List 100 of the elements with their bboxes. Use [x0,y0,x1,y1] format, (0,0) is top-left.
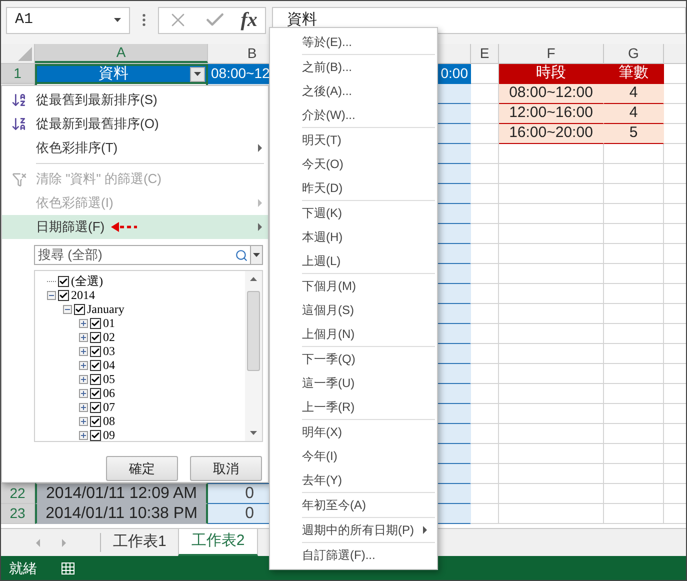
menu-item[interactable]: 去年(Y) [302,468,435,492]
checkbox[interactable] [90,346,101,356]
tree-item-label[interactable]: (全選) [71,274,103,288]
checkbox[interactable] [90,332,101,342]
menu-item[interactable]: 這一季(U) [302,371,435,395]
expand-icon[interactable] [79,374,88,384]
tree-item-label[interactable]: 09 [103,428,115,441]
menu-item[interactable]: 下週(K) [302,201,435,225]
tree-item-label[interactable]: 05 [103,372,115,386]
collapse-icon[interactable] [63,304,72,314]
table-cell: 4 [604,84,664,104]
menu-item[interactable]: 從最新到最舊排序(O) [2,112,268,136]
menu-item[interactable]: 介於(W)... [302,103,435,127]
checkbox[interactable] [58,290,69,300]
checkbox[interactable] [90,430,101,440]
name-box[interactable]: A1 [6,6,130,34]
menu-item[interactable]: 從最舊到最新排序(S) [2,88,268,112]
sheet-tab[interactable]: 工作表2 [178,529,258,556]
expand-icon[interactable] [79,360,88,370]
tree-item-label[interactable]: 07 [103,400,115,414]
column-header[interactable]: E [471,44,499,63]
menu-item-label: 等於(E)... [302,34,352,51]
expand-icon[interactable] [79,388,88,398]
sheet-tab[interactable]: 工作表1 [101,529,178,556]
scrollbar-thumb[interactable] [247,291,260,371]
grid-cell [604,464,664,484]
tree-item-label[interactable]: 2014 [71,288,95,302]
menu-item[interactable]: 今天(O) [302,152,435,176]
tree-item-label[interactable]: 01 [103,316,115,330]
expand-icon[interactable] [79,416,88,426]
tree-item-label[interactable]: 08 [103,414,115,428]
menu-item-label: 去年(Y) [302,472,342,489]
grid-cell [471,304,499,324]
grid-cell [471,264,499,284]
menu-item[interactable]: 自訂篩選(F)... [302,543,435,567]
dialog-button[interactable]: 取消 [190,456,262,481]
tree-item-label[interactable]: January [87,302,124,316]
tree-line [47,280,56,282]
menu-item[interactable]: 上個月(N) [302,322,435,346]
checkbox[interactable] [90,402,101,412]
column-header[interactable]: G [604,44,664,63]
menu-item-label: 明天(T) [302,132,342,149]
table-cell: 5 [604,124,664,144]
menu-item[interactable]: 這個月(S) [302,298,435,322]
menu-item-label: 週期中的所有日期(P) [302,522,414,539]
menu-item[interactable]: 日期篩選(F) [2,215,268,239]
expand-icon[interactable] [79,332,88,342]
tree-item-label[interactable]: 03 [103,344,115,358]
checkbox[interactable] [90,388,101,398]
menu-item-label: 上一季(R) [302,399,355,416]
sheet-icon[interactable] [61,562,75,574]
menu-item[interactable]: 明天(T) [302,128,435,152]
grid-cell [471,224,499,244]
checkbox[interactable] [90,360,101,370]
scroll-up-icon[interactable] [250,277,257,281]
expand-icon[interactable] [79,430,88,440]
menu-item[interactable]: 明年(X) [302,420,435,444]
expand-icon[interactable] [79,402,88,412]
menu-item[interactable]: 上週(L) [302,249,435,273]
grid-cell [604,364,664,384]
row-header: 23 [1,504,35,524]
search-field[interactable]: 搜尋 (全部) [34,245,235,265]
menu-item[interactable]: 上一季(R) [302,395,435,419]
scroll-down-icon[interactable] [250,431,257,435]
checkbox[interactable] [58,276,69,286]
dialog-button[interactable]: 確定 [106,456,178,481]
menu-item-label: 這個月(S) [302,302,354,319]
menu-item[interactable]: 今年(I) [302,444,435,468]
dropdown-button[interactable] [250,245,263,265]
tree-item-label[interactable]: 04 [103,358,115,372]
tree-item-label[interactable]: 02 [103,330,115,344]
checkbox[interactable] [90,374,101,384]
formula-input[interactable]: 資料 [272,6,686,34]
expand-icon[interactable] [79,318,88,328]
menu-item-label: 從最舊到最新排序(S) [36,91,158,110]
menu-item-label: 自訂篩選(F)... [302,547,376,564]
menu-item[interactable]: 本週(H) [302,225,435,249]
column-header[interactable]: F [499,44,604,63]
scrollbar[interactable] [245,271,262,441]
expand-icon[interactable] [79,346,88,356]
tree-item-label[interactable]: 06 [103,386,115,400]
menu-item[interactable]: 下一季(Q) [302,347,435,371]
grid-cell [604,444,664,464]
grid-cell [604,204,664,224]
menu-item[interactable]: 依色彩排序(T) [2,136,268,160]
menu-item[interactable]: 昨天(D) [302,176,435,200]
table-header-cell: 時段 [499,64,604,84]
column-header[interactable]: A [35,44,208,63]
filter-dropdown-button[interactable] [190,66,205,82]
menu-item[interactable]: 週期中的所有日期(P) [302,518,435,542]
menu-item[interactable]: 下個月(M) [302,274,435,298]
search-button[interactable] [235,245,250,265]
checkbox[interactable] [90,318,101,328]
collapse-icon[interactable] [47,290,56,300]
checkbox[interactable] [74,304,85,314]
caret-icon [194,72,201,76]
insert-function-button[interactable]: fx [240,5,258,35]
menu-item[interactable]: 年初至今(A) [302,493,435,517]
caret-icon [253,253,260,257]
checkbox[interactable] [90,416,101,426]
